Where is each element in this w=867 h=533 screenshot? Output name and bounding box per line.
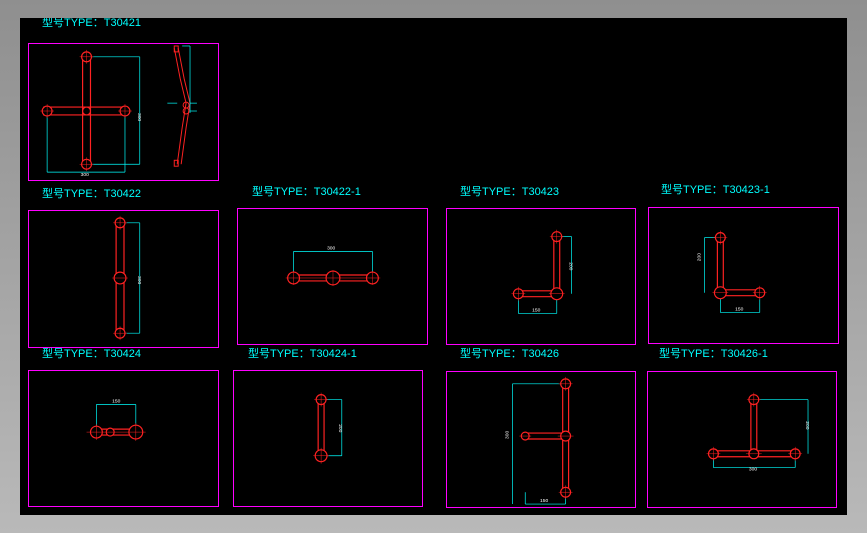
svg-text:150: 150 — [540, 498, 548, 504]
title-t30423: 型号TYPE：T30423 — [460, 186, 560, 198]
drawing-t30422-1[interactable]: 300 — [237, 208, 428, 345]
svg-text:200: 200 — [804, 421, 810, 429]
fitting-cross-4-way: 300 300 — [40, 45, 197, 178]
svg-text:300: 300 — [327, 245, 335, 251]
drawing-t30426-1[interactable]: 200 300 — [647, 371, 837, 508]
title-t30422-1: 型号TYPE：T30422-1 — [252, 186, 361, 198]
fitting-t-shape-inverted: 200 300 — [706, 392, 810, 473]
svg-text:200: 200 — [568, 262, 574, 270]
fitting-l-shape: 200 150 — [511, 229, 574, 314]
drawing-t30424[interactable]: 150 — [28, 370, 219, 507]
svg-text:300: 300 — [504, 431, 510, 439]
title-t30426: 型号TYPE：T30426 — [460, 348, 560, 360]
title-t30423-1: 型号TYPE：T30423-1 — [661, 184, 770, 196]
svg-text:300: 300 — [136, 113, 142, 121]
svg-text:300: 300 — [749, 467, 757, 473]
drawing-t30422[interactable]: 300 — [28, 210, 219, 348]
title-t30426-1: 型号TYPE：T30426-1 — [659, 348, 768, 360]
drawing-t30423-1[interactable]: 200 150 — [648, 207, 839, 344]
fitting-straight-short: 150 — [86, 399, 146, 441]
drawing-t30424-1[interactable]: 200 — [233, 370, 423, 507]
svg-text:200: 200 — [697, 253, 703, 261]
title-t30424: 型号TYPE：T30424 — [42, 348, 142, 360]
svg-text:300: 300 — [136, 276, 142, 284]
drawing-t30421[interactable]: 300 300 — [28, 43, 219, 181]
svg-text:150: 150 — [112, 399, 120, 405]
fitting-straight-horizontal: 300 — [285, 245, 381, 286]
fitting-l-shape-mirrored: 200 150 — [697, 230, 767, 313]
fitting-straight-vertical-short: 200 — [313, 392, 343, 464]
title-t30421: 型号TYPE：T30421 — [42, 18, 142, 29]
title-t30422: 型号TYPE：T30422 — [42, 188, 142, 200]
drawing-t30426[interactable]: 300 150 — [446, 371, 636, 508]
svg-text:150: 150 — [735, 306, 743, 312]
svg-text:150: 150 — [532, 307, 540, 313]
fitting-straight-2-way: 300 — [112, 215, 142, 341]
cad-viewport[interactable]: 型号TYPE：T30421 300 300 型号TYPE：T30422 300 … — [20, 18, 847, 515]
drawing-t30423[interactable]: 200 150 — [446, 208, 636, 345]
svg-text:300: 300 — [81, 172, 89, 178]
title-t30424-1: 型号TYPE：T30424-1 — [248, 348, 357, 360]
fitting-t-shape: 300 150 — [504, 376, 574, 505]
svg-text:200: 200 — [337, 424, 343, 432]
